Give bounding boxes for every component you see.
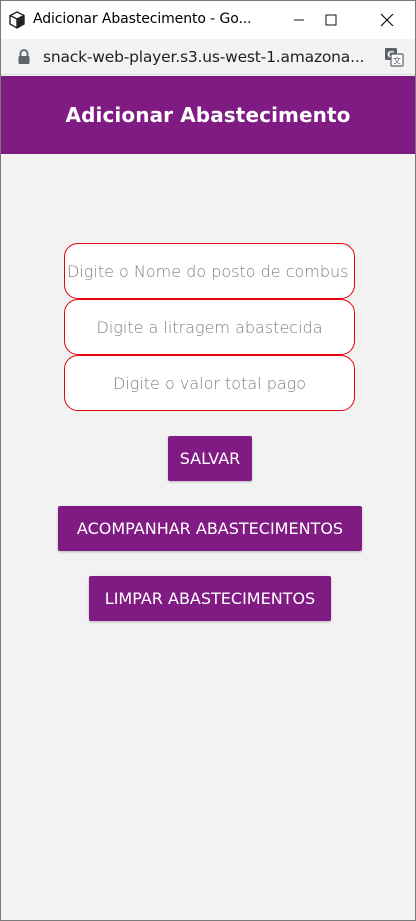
translate-icon[interactable]: G 文	[384, 47, 404, 67]
total-paid-input[interactable]	[65, 356, 354, 410]
page-title: Adicionar Abastecimento	[65, 103, 351, 127]
save-button[interactable]: SALVAR	[168, 436, 252, 481]
maximize-icon	[325, 14, 337, 26]
address-bar[interactable]: snack-web-player.s3.us-west-1.amazona...…	[1, 39, 415, 75]
app-header: Adicionar Abastecimento	[1, 76, 415, 154]
lock-icon	[18, 49, 30, 64]
follow-refuels-button[interactable]: ACOMPANHAR ABASTECIMENTOS	[58, 506, 362, 551]
maximize-button[interactable]	[308, 1, 354, 39]
window-titlebar: Adicionar Abastecimento - Go...	[1, 1, 415, 39]
close-button[interactable]	[364, 1, 410, 39]
svg-text:文: 文	[393, 56, 401, 66]
window-title: Adicionar Abastecimento - Go...	[33, 11, 252, 27]
close-icon	[380, 13, 394, 27]
url-text[interactable]: snack-web-player.s3.us-west-1.amazona...	[43, 48, 373, 66]
total-paid-field[interactable]	[64, 355, 355, 411]
browser-window: Adicionar Abastecimento - Go... snack-we…	[0, 0, 416, 921]
minimize-icon	[294, 19, 304, 21]
station-name-input[interactable]	[65, 244, 354, 298]
station-name-field[interactable]	[64, 243, 355, 299]
liters-input[interactable]	[65, 300, 354, 354]
clear-refuels-button[interactable]: LIMPAR ABASTECIMENTOS	[89, 576, 331, 621]
liters-field[interactable]	[64, 299, 355, 355]
cube-icon	[9, 11, 25, 29]
